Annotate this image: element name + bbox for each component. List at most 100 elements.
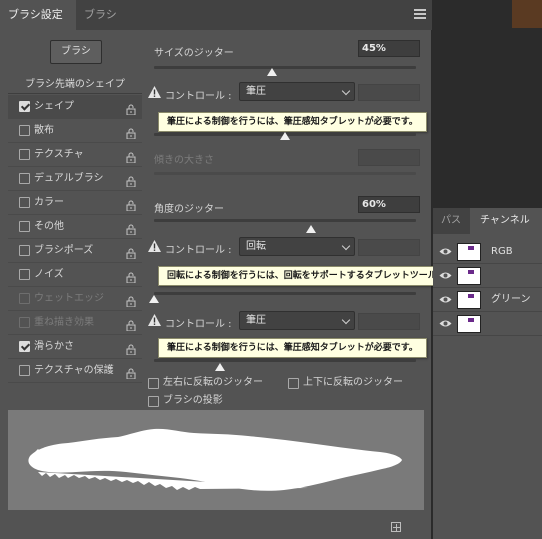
roundness-jitter-slider[interactable]: [154, 292, 416, 295]
angle-jitter-slider[interactable]: [154, 219, 416, 222]
brush-settings-panel: ブラシ設定 ブラシ ブラシ ブラシ先端のシェイプ シェイプ散布テクスチャデュアル…: [0, 0, 499, 539]
size-jitter-slider[interactable]: [154, 66, 416, 69]
channel-thumbnail: [457, 315, 481, 333]
channel-thumbnail: [457, 291, 481, 309]
roundness-jitter-slider-thumb[interactable]: [149, 295, 159, 303]
option-label: テクスチャ: [34, 149, 84, 160]
option-label: シェイプ: [34, 101, 74, 112]
flip-y-jitter-checkbox[interactable]: 上下に反転のジッター: [288, 376, 403, 390]
option-checkbox[interactable]: [19, 173, 30, 184]
roundness-control-dropdown[interactable]: 筆圧: [239, 311, 355, 330]
chevron-down-icon: [341, 86, 351, 96]
option-label: 散布: [34, 125, 54, 136]
lock-icon[interactable]: [126, 221, 136, 236]
brush-projection-checkbox[interactable]: ブラシの投影: [148, 394, 223, 408]
option-checkbox[interactable]: [19, 269, 30, 280]
lock-icon[interactable]: [126, 341, 136, 356]
roundness-control-value: 筆圧: [246, 315, 266, 326]
eye-icon[interactable]: [439, 319, 452, 328]
angle-control-dropdown[interactable]: 回転: [239, 237, 355, 256]
channel-row[interactable]: グリーン: [433, 288, 542, 312]
option-label: ウェットエッジ: [34, 293, 104, 304]
lock-icon[interactable]: [126, 149, 136, 164]
size-jitter-value[interactable]: 45%: [358, 40, 420, 57]
warning-icon: [148, 240, 161, 252]
min-diameter-slider-thumb[interactable]: [280, 132, 290, 140]
min-roundness-slider[interactable]: [154, 359, 416, 362]
lock-icon[interactable]: [126, 125, 136, 140]
new-brush-preset-icon[interactable]: [391, 522, 401, 532]
panel-menu-icon[interactable]: [414, 9, 426, 21]
pressure-tooltip-2: 筆圧による制御を行うには、筆圧感知タブレットが必要です。: [158, 338, 427, 358]
flip-x-jitter-checkbox[interactable]: 左右に反転のジッター: [148, 376, 263, 390]
option-label: ブラシポーズ: [34, 245, 94, 256]
angle-control-label: コントロール :: [165, 245, 232, 256]
brush-option-row[interactable]: カラー: [8, 191, 142, 215]
angle-control-field: [358, 239, 420, 256]
brush-option-row[interactable]: 散布: [8, 119, 142, 143]
channel-row[interactable]: [433, 264, 542, 288]
channel-row[interactable]: RGB: [433, 240, 542, 264]
eye-icon[interactable]: [439, 295, 452, 304]
canvas-photo-thumbnail: [512, 0, 542, 28]
warning-icon: [148, 314, 161, 326]
brush-stroke-image: [28, 428, 402, 491]
option-label: その他: [34, 221, 64, 232]
min-roundness-slider-thumb[interactable]: [214, 363, 225, 371]
option-label: ノイズ: [34, 269, 64, 280]
eye-icon[interactable]: [439, 271, 452, 280]
brush-option-row[interactable]: 滑らかさ: [8, 335, 142, 359]
brush-option-row[interactable]: ブラシポーズ: [8, 239, 142, 263]
tab-channels[interactable]: チャンネル: [470, 208, 542, 234]
brush-option-row[interactable]: デュアルブラシ: [8, 167, 142, 191]
angle-jitter-value[interactable]: 60%: [358, 196, 420, 213]
tab-paths[interactable]: パス: [433, 208, 469, 234]
brush-tip-shape-header[interactable]: ブラシ先端のシェイプ: [8, 76, 142, 94]
brush-option-row[interactable]: その他: [8, 215, 142, 239]
chevron-down-icon: [341, 241, 351, 251]
option-checkbox[interactable]: [19, 365, 30, 376]
roundness-control-field: [358, 313, 420, 330]
size-jitter-slider-thumb[interactable]: [266, 68, 277, 76]
brush-option-row[interactable]: シェイプ: [8, 95, 142, 119]
option-label: カラー: [34, 197, 64, 208]
size-control-value: 筆圧: [246, 86, 266, 97]
option-checkbox[interactable]: [19, 221, 30, 232]
tilt-scale-slider: [154, 172, 416, 175]
option-checkbox: [19, 293, 30, 304]
size-control-dropdown[interactable]: 筆圧: [239, 82, 355, 101]
pressure-tooltip: 筆圧による制御を行うには、筆圧感知タブレットが必要です。: [158, 112, 427, 132]
brush-option-row[interactable]: ウェットエッジ: [8, 287, 142, 311]
lock-icon[interactable]: [126, 101, 136, 116]
option-checkbox[interactable]: [19, 341, 30, 352]
angle-jitter-slider-thumb[interactable]: [306, 225, 317, 233]
angle-jitter-label: 角度のジッター: [154, 204, 224, 215]
option-checkbox[interactable]: [19, 125, 30, 136]
channel-name: グリーン: [491, 294, 531, 305]
brush-option-row[interactable]: テクスチャの保護: [8, 359, 142, 383]
channels-list: RGB グリーン: [433, 234, 542, 539]
lock-icon[interactable]: [126, 365, 136, 380]
option-checkbox[interactable]: [19, 197, 30, 208]
channel-row[interactable]: [433, 312, 542, 336]
size-control-field: [358, 84, 420, 101]
tab-brush-settings[interactable]: ブラシ設定: [0, 0, 76, 30]
lock-icon[interactable]: [126, 293, 136, 308]
option-checkbox[interactable]: [19, 245, 30, 256]
brush-option-row[interactable]: テクスチャ: [8, 143, 142, 167]
lock-icon[interactable]: [126, 317, 136, 332]
lock-icon[interactable]: [126, 197, 136, 212]
brush-option-row[interactable]: ノイズ: [8, 263, 142, 287]
brush-stroke-preview: [8, 410, 424, 510]
option-checkbox: [19, 317, 30, 328]
lock-icon[interactable]: [126, 245, 136, 260]
brush-option-row[interactable]: 重ね描き効果: [8, 311, 142, 335]
tab-brush[interactable]: ブラシ: [76, 0, 126, 30]
option-checkbox[interactable]: [19, 101, 30, 112]
lock-icon[interactable]: [126, 173, 136, 188]
brush-presets-button[interactable]: ブラシ: [50, 40, 102, 64]
option-checkbox[interactable]: [19, 149, 30, 160]
size-jitter-label: サイズのジッター: [154, 48, 234, 59]
lock-icon[interactable]: [126, 269, 136, 284]
eye-icon[interactable]: [439, 247, 452, 256]
